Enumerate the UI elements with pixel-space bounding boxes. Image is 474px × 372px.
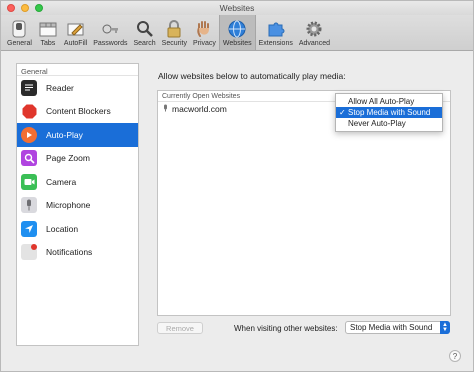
help-button[interactable]: ? bbox=[449, 350, 461, 362]
hand-icon bbox=[194, 19, 214, 39]
tabs-icon bbox=[38, 19, 58, 39]
lock-icon bbox=[164, 19, 184, 39]
switch-icon bbox=[9, 19, 29, 39]
pencil-icon bbox=[66, 19, 86, 39]
sidebar-item-microphone[interactable]: Microphone bbox=[17, 194, 138, 218]
other-websites-label: When visiting other websites: bbox=[234, 324, 338, 333]
preferences-window: Websites General Tabs AutoFill Passwords bbox=[0, 0, 474, 372]
updown-arrows-icon: ▲ ▼ bbox=[440, 321, 450, 334]
sidebar-item-label: Microphone bbox=[46, 200, 91, 211]
tab-extensions[interactable]: Extensions bbox=[256, 14, 296, 50]
sidebar-item-label: Camera bbox=[46, 176, 77, 187]
magnifier-icon bbox=[135, 19, 155, 39]
stop-icon bbox=[21, 103, 37, 119]
preferences-toolbar: General Tabs AutoFill Passwords Search S… bbox=[1, 14, 473, 51]
panel-heading: Allow websites below to automatically pl… bbox=[158, 71, 346, 81]
gear-icon bbox=[304, 19, 324, 39]
menu-item-never-auto-play[interactable]: Never Auto-Play bbox=[336, 118, 442, 129]
tab-security[interactable]: Security bbox=[159, 14, 190, 50]
camera-icon bbox=[21, 173, 37, 190]
remove-button[interactable]: Remove bbox=[157, 322, 203, 334]
menu-item-stop-media-with-sound[interactable]: ✓ Stop Media with Sound bbox=[336, 107, 442, 118]
tab-advanced[interactable]: Advanced bbox=[296, 14, 333, 50]
other-websites-select[interactable]: Stop Media with Sound ▲ ▼ bbox=[345, 321, 450, 334]
key-icon bbox=[100, 19, 120, 39]
site-name: macworld.com bbox=[172, 104, 227, 114]
microphone-icon bbox=[163, 104, 168, 114]
sidebar-item-auto-play[interactable]: Auto-Play bbox=[17, 123, 138, 147]
zoom-icon bbox=[21, 150, 37, 167]
play-icon bbox=[21, 126, 37, 143]
tab-tabs[interactable]: Tabs bbox=[35, 14, 61, 50]
tab-general[interactable]: General bbox=[4, 14, 35, 50]
sidebar-item-notifications[interactable]: Notifications bbox=[17, 241, 138, 265]
sidebar-item-location[interactable]: Location bbox=[17, 217, 138, 241]
sidebar-item-label: Page Zoom bbox=[46, 153, 90, 164]
checkmark-icon: ✓ bbox=[339, 108, 346, 117]
sidebar-header: General bbox=[17, 64, 138, 76]
auto-play-panel: Allow websites below to automatically pl… bbox=[149, 63, 462, 346]
tab-websites[interactable]: Websites bbox=[218, 14, 256, 50]
sidebar-item-label: Auto-Play bbox=[46, 129, 83, 140]
sidebar-item-camera[interactable]: Camera bbox=[17, 170, 138, 194]
sidebar-item-content-blockers[interactable]: Content Blockers bbox=[17, 100, 138, 124]
auto-play-popup-menu[interactable]: Allow All Auto-Play ✓ Stop Media with So… bbox=[335, 93, 443, 132]
sidebar-item-label: Location bbox=[46, 223, 79, 234]
window-title: Websites bbox=[219, 3, 255, 13]
sidebar-item-reader[interactable]: Reader bbox=[17, 76, 138, 100]
location-icon bbox=[21, 220, 37, 237]
sidebar-item-label: Content Blockers bbox=[46, 106, 111, 117]
settings-sidebar: General Reader Content Blockers Auto-Pla… bbox=[16, 63, 139, 346]
puzzle-icon bbox=[266, 19, 286, 39]
sidebar-item-label: Reader bbox=[46, 82, 74, 93]
menu-item-allow-all-auto-play[interactable]: Allow All Auto-Play bbox=[336, 96, 442, 107]
title-bar: Websites bbox=[1, 1, 473, 15]
sidebar-item-page-zoom[interactable]: Page Zoom bbox=[17, 147, 138, 171]
reader-icon bbox=[21, 79, 37, 96]
tab-search[interactable]: Search bbox=[130, 14, 158, 50]
notifications-icon bbox=[21, 244, 37, 261]
tab-privacy[interactable]: Privacy bbox=[190, 14, 219, 50]
tab-passwords[interactable]: Passwords bbox=[90, 14, 130, 50]
sidebar-item-label: Notifications bbox=[46, 247, 93, 258]
tab-autofill[interactable]: AutoFill bbox=[61, 14, 90, 50]
microphone-icon bbox=[21, 197, 37, 214]
globe-icon bbox=[227, 19, 247, 39]
